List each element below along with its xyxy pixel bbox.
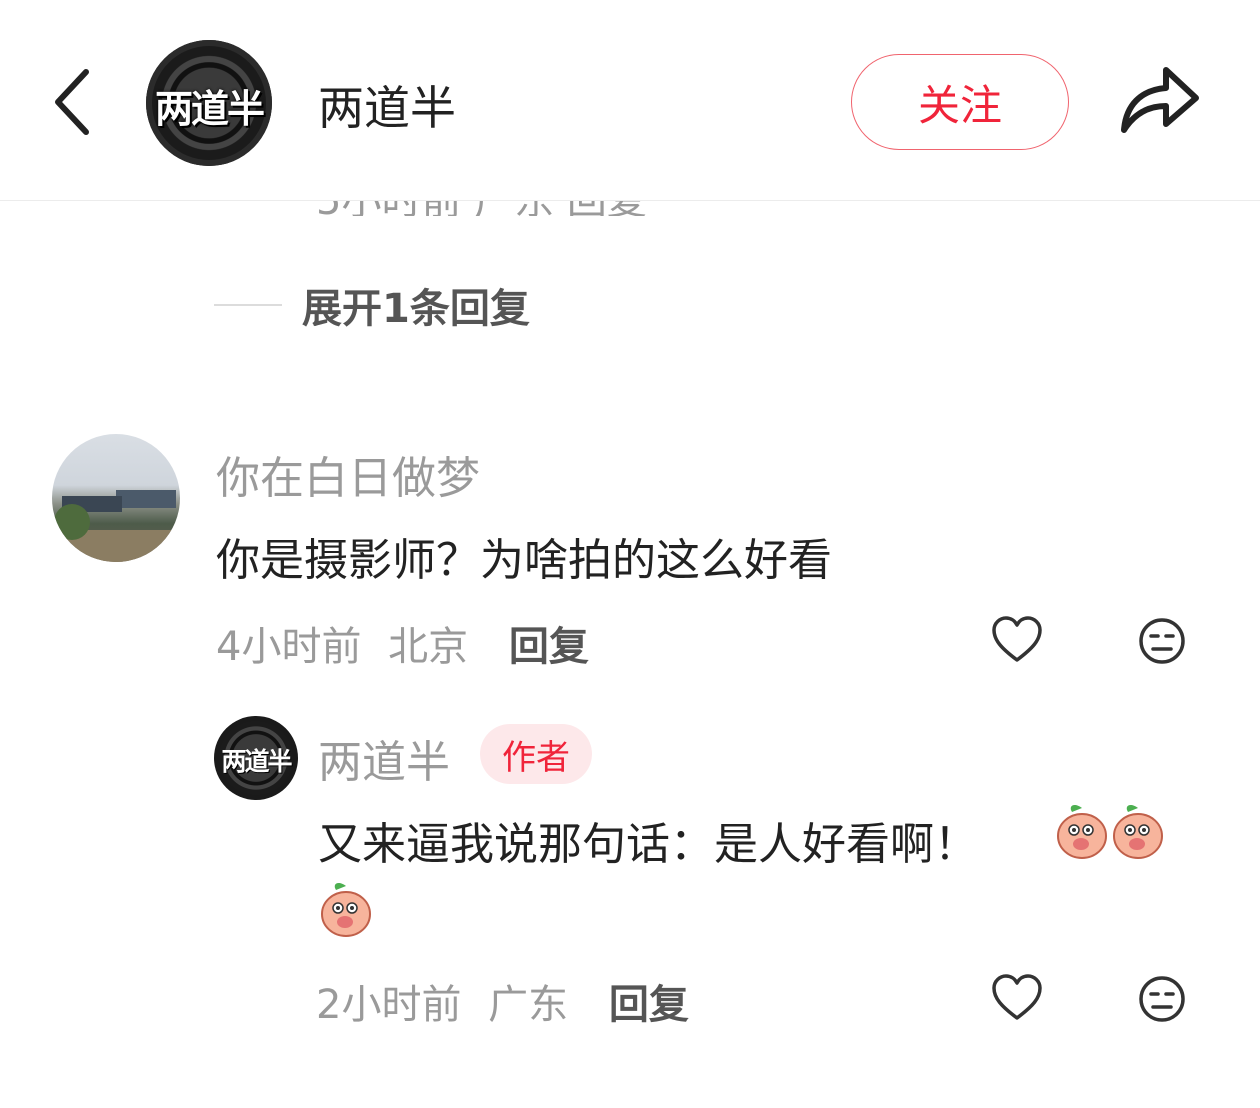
avatar-logo-text: 两道半 (221, 747, 292, 776)
peach-shy-emoji (1057, 805, 1107, 859)
divider-line (214, 304, 282, 306)
expand-replies-label: 展开1条回复 (302, 286, 530, 332)
share-icon[interactable] (1116, 62, 1200, 138)
avatar-photo-tree (54, 504, 90, 540)
reply-text: 又来逼我说那句话：是人好看啊！ (318, 819, 978, 870)
back-arrow-icon[interactable] (46, 66, 102, 138)
reply-meta: 2小时前 广东 回复 (316, 972, 689, 1030)
meh-face-icon[interactable] (1137, 616, 1187, 666)
reply-time: 2小时前 (316, 982, 462, 1028)
follow-button[interactable]: 关注 (851, 54, 1069, 150)
meh-face-icon[interactable] (1137, 974, 1187, 1024)
reply-location: 广东 (488, 982, 569, 1028)
comment-time: 4小时前 (216, 624, 362, 670)
peach-shy-emoji (321, 883, 371, 937)
comment-location: 北京 (388, 624, 469, 670)
comment-reply-button[interactable]: 回复 (509, 624, 589, 670)
comment-text: 你是摄影师？为啥拍的这么好看 (216, 535, 832, 586)
peach-shy-emoji (1113, 805, 1163, 859)
commenter-avatar[interactable] (52, 434, 180, 562)
commenter-name[interactable]: 你在白日做梦 (216, 442, 480, 506)
reply-author-name[interactable]: 两道半 (318, 726, 450, 790)
heart-icon[interactable] (991, 616, 1043, 664)
reply-author-avatar[interactable]: 两道半 (214, 716, 298, 800)
avatar-photo-roof (116, 490, 176, 508)
author-badge: 作者 (480, 724, 592, 784)
author-avatar[interactable]: 两道半 (146, 40, 272, 166)
heart-icon[interactable] (991, 974, 1043, 1022)
top-bar: 两道半 两道半 关注 (0, 0, 1260, 201)
reply-reply-button[interactable]: 回复 (609, 982, 689, 1028)
author-name[interactable]: 两道半 (318, 72, 456, 138)
avatar-logo-text: 两道半 (154, 87, 265, 131)
expand-replies[interactable]: 展开1条回复 (214, 276, 530, 334)
comment-meta: 4小时前 北京 回复 (216, 614, 589, 672)
